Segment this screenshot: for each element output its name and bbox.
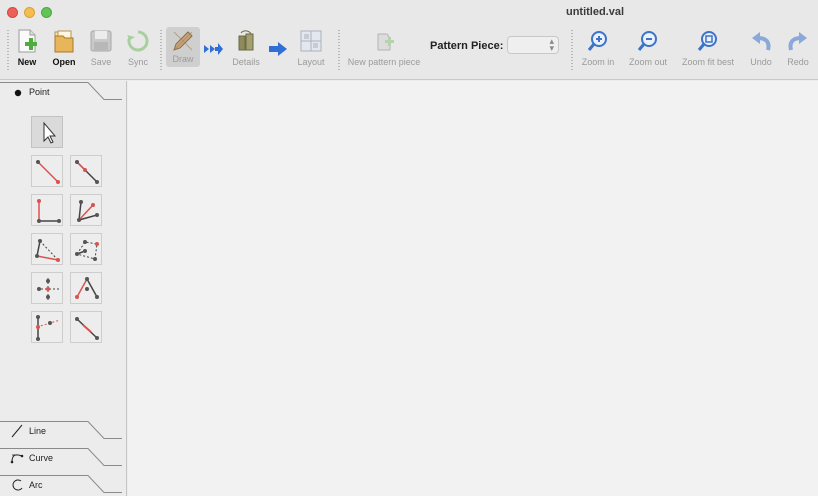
toolbar-grip[interactable]	[571, 30, 573, 70]
arc-tool-icon	[12, 479, 23, 491]
point-bisector-button[interactable]	[31, 233, 63, 265]
open-label: Open	[52, 57, 76, 67]
details-pieces-icon	[238, 30, 254, 51]
point-along-line-icon	[75, 160, 99, 184]
pattern-piece-select[interactable]: ▴ ▾	[507, 36, 559, 54]
point-at-distance-angle-icon	[36, 160, 60, 184]
zoom-out-icon	[637, 31, 657, 51]
zoom-fit-best-icon	[697, 31, 717, 51]
layout-label: Layout	[297, 57, 325, 67]
open-folder-icon	[54, 30, 74, 53]
toolbar-grip[interactable]	[160, 30, 162, 70]
point-bisector-icon	[35, 239, 60, 262]
zoom-out-button[interactable]: Zoom out	[626, 24, 670, 80]
save-button[interactable]: Save	[86, 24, 116, 80]
section-point-label: Point	[29, 87, 50, 97]
toolbar-grip[interactable]	[338, 30, 340, 70]
zoom-out-label: Zoom out	[628, 57, 668, 67]
point-along-line-button[interactable]	[70, 155, 102, 187]
new-label: New	[17, 57, 37, 67]
point-intersect-axis-icon	[75, 317, 99, 340]
arrow-right-icon	[269, 42, 287, 56]
save-label: Save	[90, 57, 112, 67]
sync-label: Sync	[127, 57, 148, 67]
point-triangle-icon	[75, 240, 99, 261]
main-toolbar: New Open Save Sync Draw Details Layout N…	[0, 24, 818, 80]
point-height-button[interactable]	[31, 272, 63, 304]
arrow-tool-button[interactable]	[31, 116, 63, 148]
curve-tool-icon	[10, 454, 24, 464]
toolbar-grip[interactable]	[7, 30, 9, 70]
section-line-header[interactable]: Line	[0, 420, 122, 442]
details-label: Details	[232, 57, 260, 67]
open-button[interactable]: Open	[49, 24, 79, 80]
redo-button[interactable]: Redo	[783, 24, 813, 80]
point-of-contact-icon	[75, 277, 99, 299]
details-mode-button[interactable]: Details	[228, 24, 264, 80]
save-disk-icon	[90, 30, 112, 52]
new-document-icon	[18, 29, 37, 53]
section-curve-label: Curve	[29, 453, 54, 463]
title-bar: untitled.val	[0, 0, 818, 24]
point-shoulder-icon	[37, 199, 61, 223]
point-dot-icon	[14, 89, 22, 97]
line-tool-icon	[11, 424, 23, 438]
new-pattern-piece-button[interactable]: New pattern piece	[346, 24, 422, 80]
point-normal-icon	[77, 200, 99, 222]
undo-label: Undo	[750, 57, 772, 67]
section-arc-label: Arc	[29, 480, 43, 490]
zoom-in-label: Zoom in	[581, 57, 615, 67]
new-button[interactable]: New	[12, 24, 42, 80]
zoom-window-button[interactable]	[41, 7, 52, 18]
sync-icon	[127, 30, 149, 52]
draw-pencil-icon	[173, 31, 193, 51]
tool-box-panel: Point Line Curve Arc	[0, 81, 127, 496]
point-height-icon	[37, 278, 59, 300]
drawing-canvas[interactable]	[128, 81, 818, 496]
select-updown-icon: ▴ ▾	[549, 36, 554, 53]
section-line-label: Line	[29, 426, 47, 436]
pattern-piece-label: Pattern Piece:	[430, 40, 504, 52]
point-normal-button[interactable]	[70, 194, 102, 226]
layout-sheet-icon	[300, 30, 322, 52]
draw-label: Draw	[172, 54, 194, 64]
zoom-fit-best-label: Zoom fit best	[681, 57, 735, 67]
new-pattern-piece-label: New pattern piece	[347, 57, 421, 67]
line-intersect-icon	[36, 315, 61, 341]
undo-button[interactable]: Undo	[746, 24, 776, 80]
point-shoulder-button[interactable]	[31, 194, 63, 226]
arrow-pointer-icon	[43, 121, 57, 144]
undo-arrow-icon	[752, 32, 771, 51]
sync-button[interactable]: Sync	[123, 24, 153, 80]
point-at-distance-angle-button[interactable]	[31, 155, 63, 187]
section-arc-header[interactable]: Arc	[0, 474, 122, 496]
point-of-contact-button[interactable]	[70, 272, 102, 304]
zoom-fit-best-button[interactable]: Zoom fit best	[680, 24, 736, 80]
section-curve-header[interactable]: Curve	[0, 447, 122, 469]
draw-mode-button[interactable]: Draw	[166, 27, 200, 67]
redo-label: Redo	[787, 57, 809, 67]
section-point-header[interactable]: Point	[0, 81, 122, 103]
point-intersect-axis-button[interactable]	[70, 311, 102, 343]
new-pattern-piece-icon	[377, 33, 394, 51]
close-window-button[interactable]	[7, 7, 18, 18]
minimize-window-button[interactable]	[24, 7, 35, 18]
zoom-in-icon	[587, 31, 607, 51]
window-title: untitled.val	[565, 6, 625, 18]
point-triangle-button[interactable]	[70, 233, 102, 265]
layout-mode-button[interactable]: Layout	[294, 24, 328, 80]
zoom-in-button[interactable]: Zoom in	[578, 24, 618, 80]
double-arrow-right-icon	[204, 43, 223, 55]
redo-arrow-icon	[788, 32, 807, 51]
line-intersect-button[interactable]	[31, 311, 63, 343]
